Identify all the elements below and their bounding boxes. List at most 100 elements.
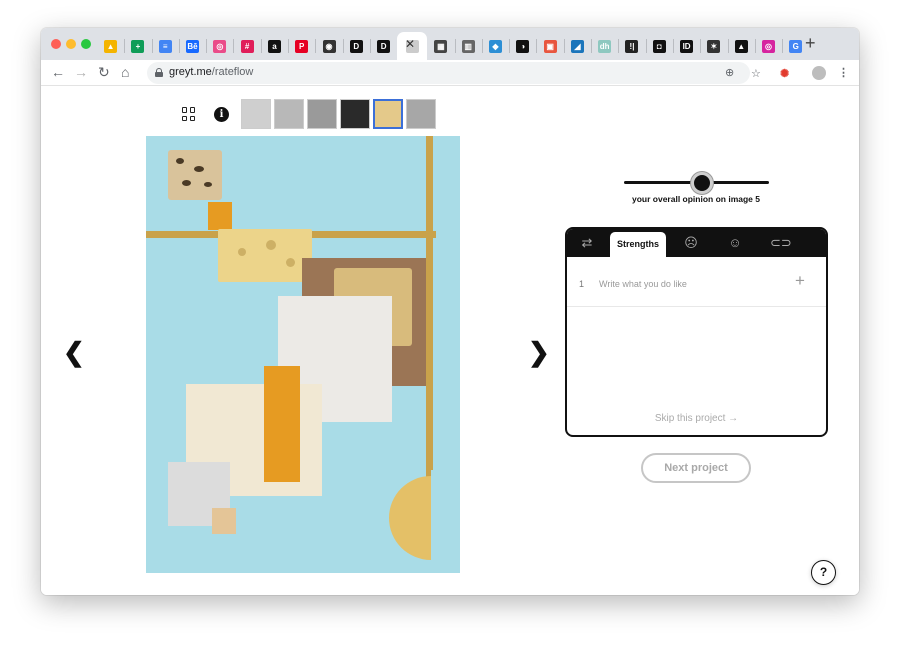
lock-icon — [155, 68, 163, 77]
barcode-icon: ▥ — [461, 39, 475, 53]
maximize-window-button[interactable] — [81, 39, 91, 49]
minimize-window-button[interactable] — [66, 39, 76, 49]
tabs: ▲ + ≡ Bē ◎ # a P ◉ D D · ▦ ▥ ◆ ◑ ▣ ◢ dh !| ◘ ID ✶ ▲ ◎ G — [97, 32, 809, 60]
thumb-4[interactable] — [340, 99, 370, 129]
skip-project-link[interactable]: Skip this project → — [567, 413, 826, 424]
browser-toolbar: ← → ↻ ⌂ greyt.me/rateflow ⊕ ☆ ✺ ⋮ — [41, 60, 859, 86]
thumb-5[interactable] — [373, 99, 403, 129]
tab-slack[interactable]: # — [233, 32, 260, 60]
tab-site-23[interactable]: ✶ — [700, 32, 727, 60]
tab-drive[interactable]: ▲ — [97, 32, 124, 60]
circle-logo-icon: a — [267, 39, 281, 53]
bars-icon: !| — [625, 39, 639, 53]
google-drive-icon: ▲ — [104, 39, 118, 53]
next-project-button[interactable]: Next project — [641, 453, 751, 483]
menu-kebab-icon[interactable]: ⋮ — [838, 66, 849, 80]
tab-site-14[interactable]: ▥ — [454, 32, 482, 60]
tab-behance[interactable]: Bē — [178, 32, 206, 60]
dribbble-icon: ◎ — [213, 39, 227, 53]
tab-site-9[interactable]: ◉ — [315, 32, 342, 60]
slack-icon: # — [240, 39, 254, 53]
tab-site-19[interactable]: dh — [591, 32, 618, 60]
tab-glasses-face-icon[interactable]: ☺ — [727, 236, 743, 250]
tab-site-13[interactable]: ▦ — [427, 32, 454, 60]
tab-site-17[interactable]: ▣ — [536, 32, 563, 60]
blue-square-icon: ◢ — [570, 39, 584, 53]
thumb-3[interactable] — [307, 99, 337, 129]
tab-instagram[interactable]: ◎ — [754, 32, 782, 60]
thumb-2[interactable] — [274, 99, 304, 129]
previous-image-arrow[interactable]: ❮ — [63, 339, 85, 365]
slider-caption: your overall opinion on image 5 — [632, 194, 760, 204]
diamond-icon: ◆ — [489, 39, 502, 53]
back-icon[interactable]: ← — [51, 65, 65, 79]
close-window-button[interactable] — [51, 39, 61, 49]
new-tab-button[interactable]: + — [805, 34, 816, 52]
ring-icon: ◑ — [516, 39, 530, 53]
tab-strengths[interactable]: Strengths — [610, 232, 666, 257]
tab-repeat-icon[interactable]: ⇄ — [579, 236, 595, 250]
feedback-tabs: ⇄ Strengths ☹ ☺ ⊂⊃ — [567, 229, 826, 257]
runner-icon: ✶ — [707, 39, 721, 53]
tab-site-24[interactable]: ▲ — [727, 32, 755, 60]
dh-icon: dh — [598, 39, 612, 53]
home-icon[interactable]: ⌂ — [121, 65, 129, 79]
id-icon: ID — [680, 39, 694, 53]
tab-site-7[interactable]: a — [260, 32, 288, 60]
tab-dribbble[interactable]: ◎ — [206, 32, 233, 60]
row-number: 1 — [579, 279, 585, 289]
checker-icon: ▦ — [434, 39, 448, 53]
thumb-1[interactable] — [241, 99, 271, 129]
help-button[interactable]: ? — [811, 560, 836, 585]
tab-pinterest[interactable]: P — [288, 32, 315, 60]
tab-link-icon[interactable]: ⊂⊃ — [770, 236, 792, 250]
browser-window: ▲ + ≡ Bē ◎ # a P ◉ D D · ▦ ▥ ◆ ◑ ▣ ◢ dh !| ◘ ID ✶ ▲ ◎ G ✕ + ← → ↻… — [41, 28, 859, 595]
forward-icon[interactable]: → — [74, 65, 88, 79]
red-square-icon: ▣ — [543, 39, 557, 53]
thumb-6[interactable] — [406, 99, 436, 129]
tab-sheets[interactable]: + — [124, 32, 151, 60]
record-icon: ◉ — [322, 39, 336, 53]
mountain-icon: ▲ — [734, 39, 748, 53]
next-image-arrow[interactable]: ❯ — [528, 339, 550, 365]
thumbnails — [241, 99, 439, 129]
project-image — [146, 136, 460, 573]
tab-docs[interactable]: ≡ — [151, 32, 179, 60]
tab-neutral-face-icon[interactable]: ☹ — [683, 236, 699, 250]
tab-site-16[interactable]: ◑ — [509, 32, 536, 60]
tab-site-22[interactable]: ID — [672, 32, 700, 60]
zoom-icon[interactable]: ⊕ — [725, 66, 734, 80]
tab-site-10[interactable]: D — [342, 32, 370, 60]
url-text: greyt.me/rateflow — [169, 66, 254, 78]
tab-site-21[interactable]: ◘ — [645, 32, 673, 60]
tab-site-18[interactable]: ◢ — [563, 32, 591, 60]
add-strength-icon[interactable]: + — [795, 272, 805, 289]
reload-icon[interactable]: ↻ — [98, 65, 110, 79]
thumbnail-bar: i — [179, 99, 439, 129]
profile-avatar-icon[interactable] — [812, 66, 826, 80]
opinion-slider-knob[interactable] — [691, 172, 714, 194]
pinterest-icon: P — [295, 39, 309, 53]
frame-icon: ◘ — [652, 39, 666, 53]
google-icon: G — [789, 39, 803, 53]
tab-strip: ▲ + ≡ Bē ◎ # a P ◉ D D · ▦ ▥ ◆ ◑ ▣ ◢ dh !| ◘ ID ✶ ▲ ◎ G ✕ + — [41, 28, 859, 60]
d-round-icon: D — [377, 39, 391, 53]
bookmark-star-icon[interactable]: ☆ — [751, 67, 761, 81]
feedback-card: ⇄ Strengths ☹ ☺ ⊂⊃ 1 Write what you do l… — [565, 227, 828, 437]
info-icon[interactable]: i — [214, 106, 229, 122]
extension-icon[interactable]: ✺ — [780, 67, 789, 81]
tab-site-11[interactable]: D — [369, 32, 397, 60]
strength-input[interactable]: Write what you do like — [599, 279, 687, 289]
behance-icon: Bē — [186, 39, 200, 53]
instagram-icon: ◎ — [761, 39, 775, 53]
close-tab-icon[interactable]: ✕ — [405, 38, 415, 50]
address-bar[interactable]: greyt.me/rateflow ⊕ — [147, 62, 750, 84]
google-sheets-icon: + — [131, 39, 145, 53]
google-docs-icon: ≡ — [158, 39, 172, 53]
d-logo-icon: D — [349, 39, 363, 53]
page-content: i ❮ ❯ your overall opinion on image 5 ⇄ … — [41, 86, 859, 595]
strength-row: 1 Write what you do like + — [567, 257, 826, 307]
tab-site-15[interactable]: ◆ — [481, 32, 509, 60]
grid-view-icon[interactable] — [182, 107, 196, 121]
tab-site-20[interactable]: !| — [618, 32, 645, 60]
